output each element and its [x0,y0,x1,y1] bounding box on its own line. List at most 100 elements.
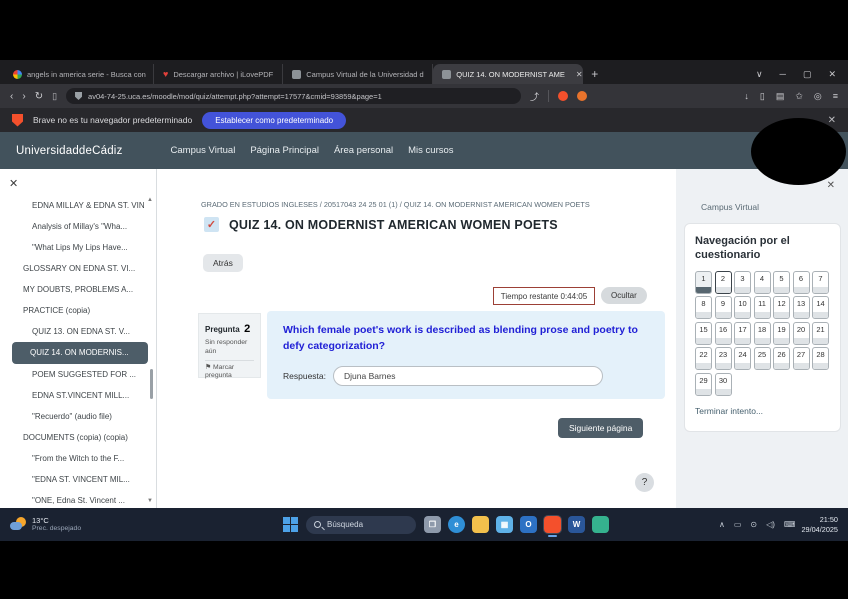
course-index-item[interactable]: "Recuerdo" (audio file) [0,406,156,427]
close-window-icon[interactable]: ✕ [828,69,836,80]
site-nav-link[interactable]: Mis cursos [408,145,453,156]
question-nav-button[interactable]: 2 [714,270,732,294]
file-explorer-icon[interactable] [472,516,489,533]
course-index-item[interactable]: "EDNA ST. VINCENT MIL... [0,469,156,490]
question-nav-button[interactable]: 16 [714,321,732,345]
question-nav-button[interactable]: 29 [695,372,712,396]
address-bar[interactable]: av04-74-25.uca.es/moodle/mod/quiz/attemp… [66,88,522,104]
set-default-button[interactable]: Establecer como predeterminado [202,111,347,129]
course-index-item[interactable]: PRACTICE (copia) [0,300,156,321]
question-nav-button[interactable]: 3 [734,270,751,294]
browser-tab[interactable]: Campus Virtual de la Universidad d [283,64,434,84]
browser-tab[interactable]: ♥ Descargar archivo | iLovePDF [154,64,284,84]
browser-essentials-icon[interactable]: ◎ [814,91,822,102]
question-nav-button[interactable]: 4 [753,270,771,294]
download-icon[interactable]: ↓ [744,91,749,102]
extension-icon[interactable] [577,91,588,101]
question-nav-button[interactable]: 30 [714,372,732,396]
question-nav-button[interactable]: 28 [812,347,829,371]
question-nav-button[interactable]: 14 [812,296,829,320]
site-nav-link[interactable]: Campus Virtual [171,145,236,156]
tray-keyboard-icon[interactable]: ⌨ [784,520,796,529]
question-nav-button[interactable]: 19 [773,321,790,345]
tray-device-icon[interactable]: ▭ [734,520,742,529]
brave-icon[interactable] [543,515,562,537]
scroll-down-icon[interactable]: ▼ [147,498,153,504]
help-button[interactable]: ? [635,473,654,492]
site-nav-link[interactable]: Área personal [334,145,393,156]
course-index-item[interactable]: "From the Witch to the F... [0,448,156,469]
question-nav-button[interactable]: 8 [695,296,712,320]
drawer-scrollbar[interactable] [150,369,153,399]
favorites-icon[interactable]: ✩ [795,91,803,102]
split-screen-icon[interactable]: ▯ [760,91,765,102]
question-nav-button[interactable]: 23 [714,347,732,371]
url-text[interactable]: av04-74-25.uca.es/moodle/mod/quiz/attemp… [88,92,382,101]
course-index-item[interactable]: POEM SUGGESTED FOR ... [0,364,156,385]
site-nav-link[interactable]: Página Principal [250,145,319,156]
answer-input[interactable] [333,365,603,386]
question-nav-button[interactable]: 9 [714,296,732,320]
question-nav-button[interactable]: 15 [695,321,712,345]
breadcrumb[interactable]: GRADO EN ESTUDIOS INGLESES / 20517043 24… [201,200,590,209]
question-nav-button[interactable]: 18 [753,321,771,345]
course-index-item[interactable]: EDNA MILLAY & EDNA ST. VIN [0,195,156,216]
course-index-item[interactable]: EDNA ST.VINCENT MILL... [0,385,156,406]
tray-location-icon[interactable]: ⊙ [750,520,757,529]
question-nav-button[interactable]: 17 [734,321,751,345]
start-button[interactable] [283,517,298,532]
question-nav-button[interactable]: 1 [695,270,712,294]
question-nav-button[interactable]: 26 [773,347,790,371]
course-index-item[interactable]: Analysis of Millay's "Wha... [0,216,156,237]
store-icon[interactable]: ▦ [496,516,513,533]
question-nav-button[interactable]: 10 [734,296,751,320]
back-button[interactable]: Atrás [203,254,243,272]
share-icon[interactable]: ⤴ [530,90,539,103]
reload-icon[interactable]: ↻ [35,91,43,102]
brave-extension-icon[interactable] [558,91,569,101]
maximize-icon[interactable]: ▢ [803,69,812,80]
bookmark-icon[interactable]: ▯ [52,91,57,102]
course-index-item[interactable]: "ONE, Edna St. Vincent ... [0,490,156,508]
outlook-icon[interactable]: O [520,516,537,533]
question-nav-button[interactable]: 21 [812,321,829,345]
question-nav-button[interactable]: 5 [773,270,790,294]
question-nav-button[interactable]: 11 [753,296,771,320]
question-nav-button[interactable]: 24 [734,347,751,371]
course-index-item[interactable]: QUIZ 14. ON MODERNIS... [12,342,148,364]
question-nav-button[interactable]: 27 [792,347,810,371]
question-nav-button[interactable]: 13 [792,296,810,320]
taskbar-clock[interactable]: 21:50 29/04/2025 [801,515,838,535]
forward-icon[interactable]: › [22,91,25,102]
course-index-item[interactable]: GLOSSARY ON EDNA ST. VI... [0,258,156,279]
campus-virtual-link[interactable]: Campus Virtual [701,202,759,212]
question-nav-button[interactable]: 22 [695,347,712,371]
drawer-close-icon[interactable]: ✕ [9,177,18,190]
word-icon[interactable]: W [568,516,585,533]
edge-icon[interactable]: e [448,516,465,533]
question-nav-button[interactable]: 20 [792,321,810,345]
hide-timer-button[interactable]: Ocultar [601,287,647,304]
browser-tab[interactable]: QUIZ 14. ON MODERNIST AME ✕ [433,64,584,84]
university-logo[interactable]: UniversidaddeCádiz [16,145,123,157]
scroll-up-icon[interactable]: ▲ [147,197,153,203]
collections-icon[interactable]: ▤ [776,91,785,102]
weather-widget[interactable]: 13°C Prec. despejado [10,516,81,534]
tab-search-icon[interactable]: ∨ [756,69,763,80]
question-nav-button[interactable]: 25 [753,347,771,371]
tray-chevron-up-icon[interactable]: ∧ [719,520,725,529]
new-tab-button[interactable]: + [591,67,598,81]
browser-tab[interactable]: angels in america serie - Busca con [4,64,154,84]
question-nav-button[interactable]: 6 [792,270,810,294]
notification-close-icon[interactable]: ✕ [828,115,836,126]
next-page-button[interactable]: Siguiente página [558,418,644,438]
course-index-item[interactable]: QUIZ 13. ON EDNA ST. V... [0,321,156,342]
question-nav-button[interactable]: 7 [812,270,829,294]
task-view-icon[interactable]: ❐ [424,516,441,533]
tab-close-icon[interactable]: ✕ [576,70,583,79]
minimize-icon[interactable]: ─ [780,69,786,80]
question-nav-button[interactable]: 12 [773,296,790,320]
finish-attempt-link[interactable]: Terminar intento... [695,406,763,416]
flag-question-link[interactable]: ⚑ Marcar pregunta [205,364,254,382]
taskbar-search[interactable]: Búsqueda [306,515,416,534]
